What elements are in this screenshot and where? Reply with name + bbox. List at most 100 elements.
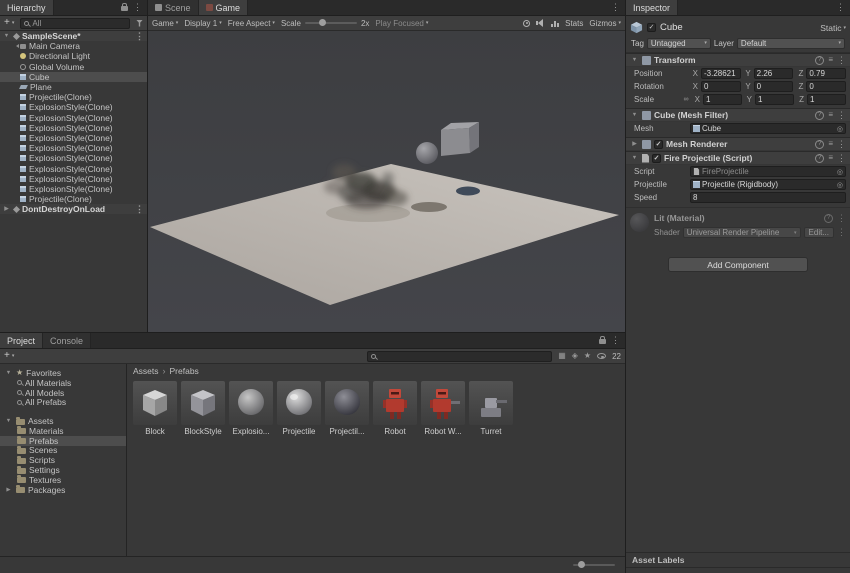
- project-search-input[interactable]: [367, 351, 552, 362]
- mesh-renderer-checkbox[interactable]: ✓: [654, 140, 663, 149]
- gameobject-name-field[interactable]: Cube: [660, 22, 816, 33]
- hierarchy-item[interactable]: ExplosionStyle(Clone): [0, 174, 147, 184]
- asset-item-robot[interactable]: Robot: [372, 381, 418, 436]
- tree-assets[interactable]: ▼ Assets: [0, 416, 126, 426]
- foldout-open-icon[interactable]: ▼: [630, 112, 639, 118]
- preset-icon[interactable]: ≡: [828, 140, 833, 148]
- scale-y-field[interactable]: 1: [755, 94, 794, 105]
- position-y-field[interactable]: 2.26: [754, 68, 794, 79]
- foldout-open-icon[interactable]: ▼: [4, 370, 13, 376]
- preset-icon[interactable]: ≡: [828, 56, 833, 64]
- hierarchy-item[interactable]: Global Volume: [0, 62, 147, 72]
- hierarchy-item[interactable]: ExplosionStyle(Clone): [0, 102, 147, 112]
- help-icon[interactable]: ?: [815, 140, 824, 149]
- fire-projectile-checkbox[interactable]: ✓: [652, 154, 661, 163]
- tree-favorites[interactable]: ▼ ★ Favorites: [0, 368, 126, 378]
- active-checkbox[interactable]: ✓: [647, 23, 656, 32]
- scale-slider[interactable]: [305, 22, 357, 24]
- tab-project[interactable]: Project: [0, 333, 43, 348]
- foldout-open-icon[interactable]: ▼: [630, 57, 639, 63]
- hierarchy-item[interactable]: Directional Light: [0, 51, 147, 61]
- material-preview-sphere[interactable]: [630, 213, 649, 232]
- tree-settings[interactable]: Settings: [0, 465, 126, 475]
- kebab-icon[interactable]: ⋮: [836, 3, 845, 12]
- tree-packages[interactable]: ▶ Packages: [0, 485, 126, 495]
- mesh-renderer-header[interactable]: ▶ ✓ Mesh Renderer ?≡⋮: [626, 137, 850, 151]
- mesh-filter-header[interactable]: ▼ Cube (Mesh Filter) ?≡⋮: [626, 108, 850, 122]
- zoom-slider-handle[interactable]: [578, 561, 585, 568]
- kebab-icon[interactable]: ⋮: [837, 154, 846, 163]
- filter-icon[interactable]: [136, 20, 143, 27]
- hierarchy-item[interactable]: ExplosionStyle(Clone): [0, 143, 147, 153]
- layer-dropdown[interactable]: Default▾: [737, 38, 845, 49]
- asset-item-explosion[interactable]: Explosio...: [228, 381, 274, 436]
- kebab-icon[interactable]: ⋮: [837, 214, 846, 223]
- kebab-icon[interactable]: ⋮: [133, 3, 142, 12]
- kebab-icon[interactable]: ⋮: [135, 205, 144, 214]
- hierarchy-item[interactable]: Projectile(Clone): [0, 92, 147, 102]
- object-picker-icon[interactable]: ◎: [837, 181, 843, 189]
- stats-button[interactable]: Stats: [565, 19, 583, 28]
- hierarchy-item[interactable]: ExplosionStyle(Clone): [0, 184, 147, 194]
- mesh-object-field[interactable]: Cube ◎: [690, 123, 846, 134]
- breadcrumb-current[interactable]: Prefabs: [170, 366, 199, 376]
- kebab-icon[interactable]: ⋮: [837, 140, 846, 149]
- projectile-object-field[interactable]: Projectile (Rigidbody) ◎: [690, 179, 846, 190]
- scale-x-field[interactable]: 1: [703, 94, 742, 105]
- hierarchy-item[interactable]: ExplosionStyle(Clone): [0, 133, 147, 143]
- scale-z-field[interactable]: 1: [807, 94, 846, 105]
- favorite-star-icon[interactable]: ★: [584, 352, 591, 360]
- position-x-field[interactable]: -3.28621: [701, 68, 741, 79]
- shader-edit-button[interactable]: Edit...: [804, 227, 834, 238]
- tree-all-prefabs[interactable]: All Prefabs: [0, 397, 126, 407]
- speed-field[interactable]: 8: [690, 192, 846, 203]
- hierarchy-item-selected[interactable]: Cube: [0, 72, 147, 82]
- hierarchy-item[interactable]: ExplosionStyle(Clone): [0, 113, 147, 123]
- foldout-closed-icon[interactable]: ▶: [630, 141, 639, 147]
- play-focused-dropdown[interactable]: Play Focused▾: [375, 19, 428, 28]
- foldout-open-icon[interactable]: ▼: [4, 418, 13, 424]
- hidden-count-eye-icon[interactable]: [597, 353, 606, 359]
- rotation-x-field[interactable]: 0: [701, 81, 741, 92]
- hierarchy-item[interactable]: Main Camera: [0, 41, 147, 51]
- tab-scene[interactable]: Scene: [148, 0, 199, 15]
- tree-materials[interactable]: Materials: [0, 426, 126, 436]
- rotation-z-field[interactable]: 0: [806, 81, 846, 92]
- scene-header-row[interactable]: ▼ SampleScene* ⋮: [0, 31, 147, 41]
- asset-item-projectile[interactable]: Projectile: [276, 381, 322, 436]
- hierarchy-item[interactable]: ExplosionStyle(Clone): [0, 123, 147, 133]
- thumbnail-zoom-slider[interactable]: [573, 564, 615, 566]
- rotation-y-field[interactable]: 0: [754, 81, 794, 92]
- tag-dropdown[interactable]: Untagged▾: [647, 38, 711, 49]
- hierarchy-item[interactable]: Plane: [0, 82, 147, 92]
- help-icon[interactable]: ?: [824, 214, 833, 223]
- fire-projectile-header[interactable]: ▼ ✓ Fire Projectile (Script) ?≡⋮: [626, 151, 850, 165]
- hierarchy-item[interactable]: Projectile(Clone): [0, 194, 147, 204]
- position-z-field[interactable]: 0.79: [806, 68, 846, 79]
- tree-scripts[interactable]: Scripts: [0, 455, 126, 465]
- asset-item-turret[interactable]: Turret: [468, 381, 514, 436]
- kebab-icon[interactable]: ⋮: [611, 3, 620, 12]
- tab-console[interactable]: Console: [43, 333, 91, 348]
- hierarchy-item[interactable]: ExplosionStyle(Clone): [0, 163, 147, 173]
- asset-item-blockstyle[interactable]: BlockStyle: [180, 381, 226, 436]
- mute-audio-icon[interactable]: [536, 19, 545, 27]
- foldout-closed-icon[interactable]: ▶: [4, 487, 13, 493]
- transform-header[interactable]: ▼ Transform ?≡⋮: [626, 53, 850, 67]
- aspect-dropdown[interactable]: Free Aspect▾: [228, 19, 275, 28]
- breadcrumb-root[interactable]: Assets: [133, 366, 159, 376]
- link-scale-icon[interactable]: ∞: [682, 96, 690, 103]
- kebab-icon[interactable]: ⋮: [837, 228, 846, 237]
- script-object-field[interactable]: FireProjectile ◎: [690, 166, 846, 177]
- gizmos-dropdown[interactable]: Gizmos▾: [589, 19, 621, 28]
- scale-slider-handle[interactable]: [319, 19, 326, 26]
- tree-textures[interactable]: Textures: [0, 475, 126, 485]
- game-render-viewport[interactable]: [148, 31, 625, 332]
- tree-prefabs-selected[interactable]: Prefabs: [0, 436, 126, 446]
- kebab-icon[interactable]: ⋮: [611, 336, 620, 345]
- shader-dropdown[interactable]: Universal Render Pipeline▾: [683, 227, 801, 238]
- help-icon[interactable]: ?: [815, 56, 824, 65]
- hierarchy-search-input[interactable]: All: [20, 18, 130, 29]
- search-by-type-icon[interactable]: ▦: [558, 352, 566, 360]
- foldout-open-icon[interactable]: ▼: [2, 33, 11, 39]
